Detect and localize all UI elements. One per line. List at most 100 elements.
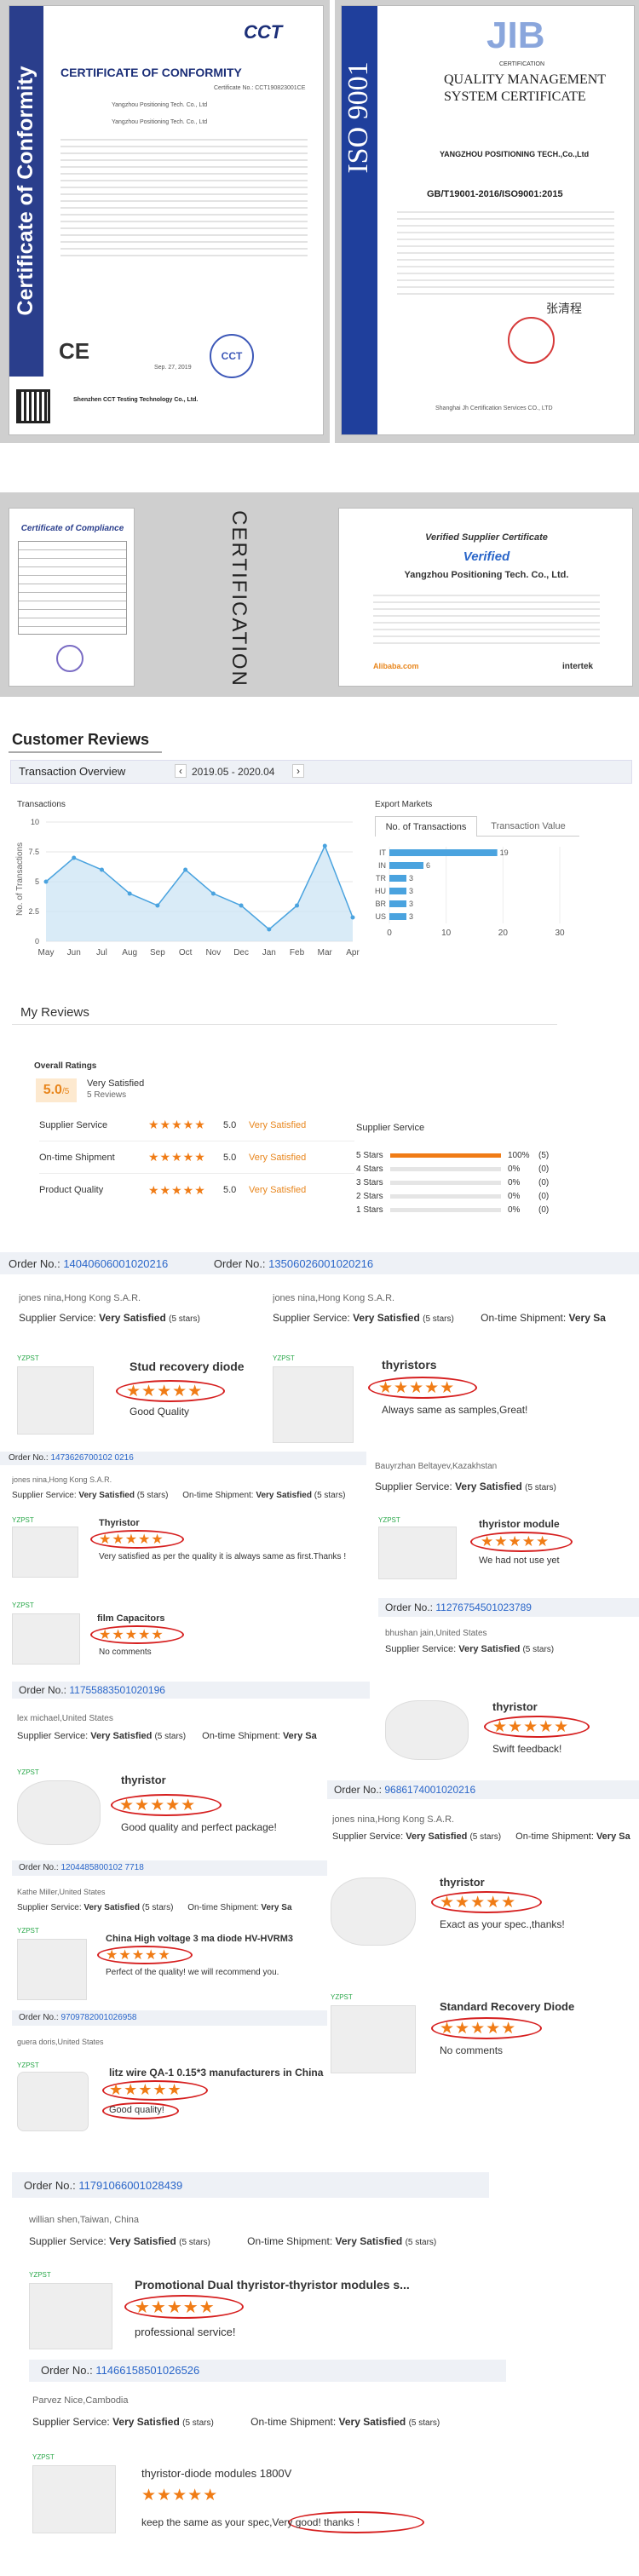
product-title[interactable]: Standard Recovery Diode <box>440 2000 574 2013</box>
buyer-name: bhushan jain,United States <box>385 1629 487 1638</box>
product-image[interactable] <box>17 2072 89 2131</box>
cert-applicant: Yangzhou Positioning Tech. Co., Ltd <box>112 102 208 108</box>
distribution-track <box>390 1180 501 1185</box>
yzpst-tag: YZPST <box>273 1354 295 1362</box>
product-image[interactable] <box>12 1527 78 1578</box>
bar-value-label: 6 <box>426 861 430 870</box>
meta-value: Very Satisfied <box>99 1312 166 1324</box>
iso-text-lines <box>397 206 614 300</box>
review-card: thyristor ★★★★★ Swift feedback! <box>385 1695 632 1772</box>
buyer-name: lex michael,United States <box>17 1714 113 1723</box>
bar-value-label: 3 <box>409 900 413 908</box>
jib-logo: JIB <box>486 14 545 56</box>
review-meta: Supplier Service: Very Satisfied (5 star… <box>12 1491 345 1500</box>
distribution-count: (0) <box>538 1191 550 1201</box>
data-point <box>210 891 216 896</box>
order-number[interactable]: 13506026001020216 <box>268 1257 373 1270</box>
meta-stars: (5 stars) <box>169 1314 200 1324</box>
customer-reviews-heading: Customer Reviews <box>12 731 150 748</box>
product-image[interactable] <box>331 2005 416 2073</box>
distribution-row: 4 Stars 0% (0) <box>356 1162 578 1176</box>
rating-row-product-quality: Product Quality ★★★★★ 5.0 Very Satisfied <box>39 1174 354 1206</box>
product-image[interactable] <box>331 1877 416 1946</box>
product-title[interactable]: Promotional Dual thyristor-thyristor mod… <box>135 2278 410 2291</box>
review-stars: ★★★★★ <box>106 1948 171 1963</box>
meta-stars: (5 stars) <box>423 1314 454 1324</box>
cert-lab-name: Shenzhen CCT Testing Technology Co., Ltd… <box>73 397 199 403</box>
order-label: Order No.: <box>19 1863 59 1872</box>
data-point <box>99 867 104 872</box>
product-image[interactable] <box>17 1366 94 1435</box>
review-meta: Supplier Service: Very Satisfied (5 star… <box>32 2416 440 2428</box>
x-tick-label: 20 <box>498 929 509 938</box>
verified-supplier-certificate: Verified Supplier Certificate Verified Y… <box>338 508 633 687</box>
product-title[interactable]: China High voltage 3 ma diode HV-HVRM3 <box>106 1934 293 1944</box>
tab-no-of-transactions[interactable]: No. of Transactions <box>375 816 477 837</box>
order-number[interactable]: 11755883501020196 <box>69 1684 165 1696</box>
product-image[interactable] <box>385 1700 469 1760</box>
iso-red-stamp <box>508 317 555 364</box>
order-number[interactable]: 1204485800102 7718 <box>60 1863 143 1872</box>
product-image[interactable] <box>273 1366 354 1443</box>
data-point <box>43 879 49 884</box>
rating-row-supplier-service: Supplier Service ★★★★★ 5.0 Very Satisfie… <box>39 1109 354 1141</box>
review-text: Good Quality <box>130 1406 190 1417</box>
product-title[interactable]: thyristors <box>382 1358 437 1371</box>
order-number[interactable]: 1473626700102 0216 <box>50 1453 133 1463</box>
order-number[interactable]: 11466158501026526 <box>95 2364 199 2377</box>
verified-company: Yangzhou Positioning Tech. Co., Ltd. <box>404 570 569 580</box>
overall-score: 5.0 <box>43 1083 62 1097</box>
bar <box>389 888 406 894</box>
product-title[interactable]: thyristor-diode modules 1800V <box>141 2467 291 2480</box>
review-meta: Supplier Service: Very Satisfied (5 star… <box>29 2235 436 2247</box>
verified-badge: Verified <box>463 549 510 564</box>
meta-value: Very Satisfied <box>406 1831 468 1842</box>
product-title[interactable]: thyristor <box>440 1876 485 1889</box>
review-text: We had not use yet <box>479 1555 560 1566</box>
y-tick-label: 7.5 <box>28 848 39 856</box>
category-label: TR <box>376 874 386 883</box>
product-image[interactable] <box>378 1527 457 1579</box>
product-title[interactable]: thyristor <box>121 1774 166 1786</box>
product-image[interactable] <box>29 2283 112 2349</box>
distribution-label: 5 Stars <box>356 1150 383 1160</box>
order-number[interactable]: 9686174001020216 <box>384 1784 475 1796</box>
product-image[interactable] <box>12 1613 80 1665</box>
review-meta: Supplier Service: Very Satisfied (5 star… <box>375 1481 639 1492</box>
product-title[interactable]: film Capacitors <box>97 1613 164 1624</box>
order-number[interactable]: 9709782001026958 <box>60 2013 136 2022</box>
order-bar-6: Order No.: 1204485800102 7718 <box>12 1860 327 1876</box>
order-number[interactable]: 11276754501023789 <box>435 1601 532 1613</box>
data-point <box>239 903 244 908</box>
order-number[interactable]: 14040606001020216 <box>63 1257 168 1270</box>
range-prev-button[interactable]: ‹ <box>175 764 187 778</box>
product-title[interactable]: litz wire QA-1 0.15*3 manufacturers in C… <box>109 2067 323 2079</box>
cert-text-lines <box>60 134 308 262</box>
product-title[interactable]: Thyristor <box>99 1518 140 1528</box>
supplier-service-title: Supplier Service <box>356 1123 425 1133</box>
distribution-row: 3 Stars 0% (0) <box>356 1176 578 1189</box>
category-label: BR <box>375 900 386 908</box>
distribution-percent: 0% <box>508 1177 521 1187</box>
certificate-of-conformity: Certificate of Conformity CCT CERTIFICAT… <box>9 5 324 435</box>
buyer-name: willian shen,Taiwan, China <box>29 2215 140 2225</box>
x-tick-label: Nov <box>205 948 221 957</box>
data-point <box>295 903 300 908</box>
tab-transaction-value[interactable]: Transaction Value <box>477 816 579 837</box>
range-next-button[interactable]: › <box>292 764 304 778</box>
order-number[interactable]: 11791066001028439 <box>78 2179 182 2192</box>
tab-transaction-overview[interactable]: Transaction Overview <box>19 765 125 778</box>
distribution-percent: 100% <box>508 1150 530 1160</box>
distribution-track <box>390 1153 501 1158</box>
meta-label: On-time Shipment: <box>247 2235 333 2247</box>
product-title[interactable]: thyristor module <box>479 1518 560 1530</box>
cct-stamp: CCT <box>210 334 254 378</box>
review-stars: ★★★★★ <box>99 1532 164 1547</box>
product-title[interactable]: thyristor <box>492 1700 538 1713</box>
product-image[interactable] <box>17 1780 101 1845</box>
distribution-label: 2 Stars <box>356 1191 383 1201</box>
product-image[interactable] <box>32 2465 116 2533</box>
product-title[interactable]: Stud recovery diode <box>130 1360 245 1373</box>
yzpst-tag: YZPST <box>12 1516 34 1524</box>
product-image[interactable] <box>17 1939 87 2000</box>
